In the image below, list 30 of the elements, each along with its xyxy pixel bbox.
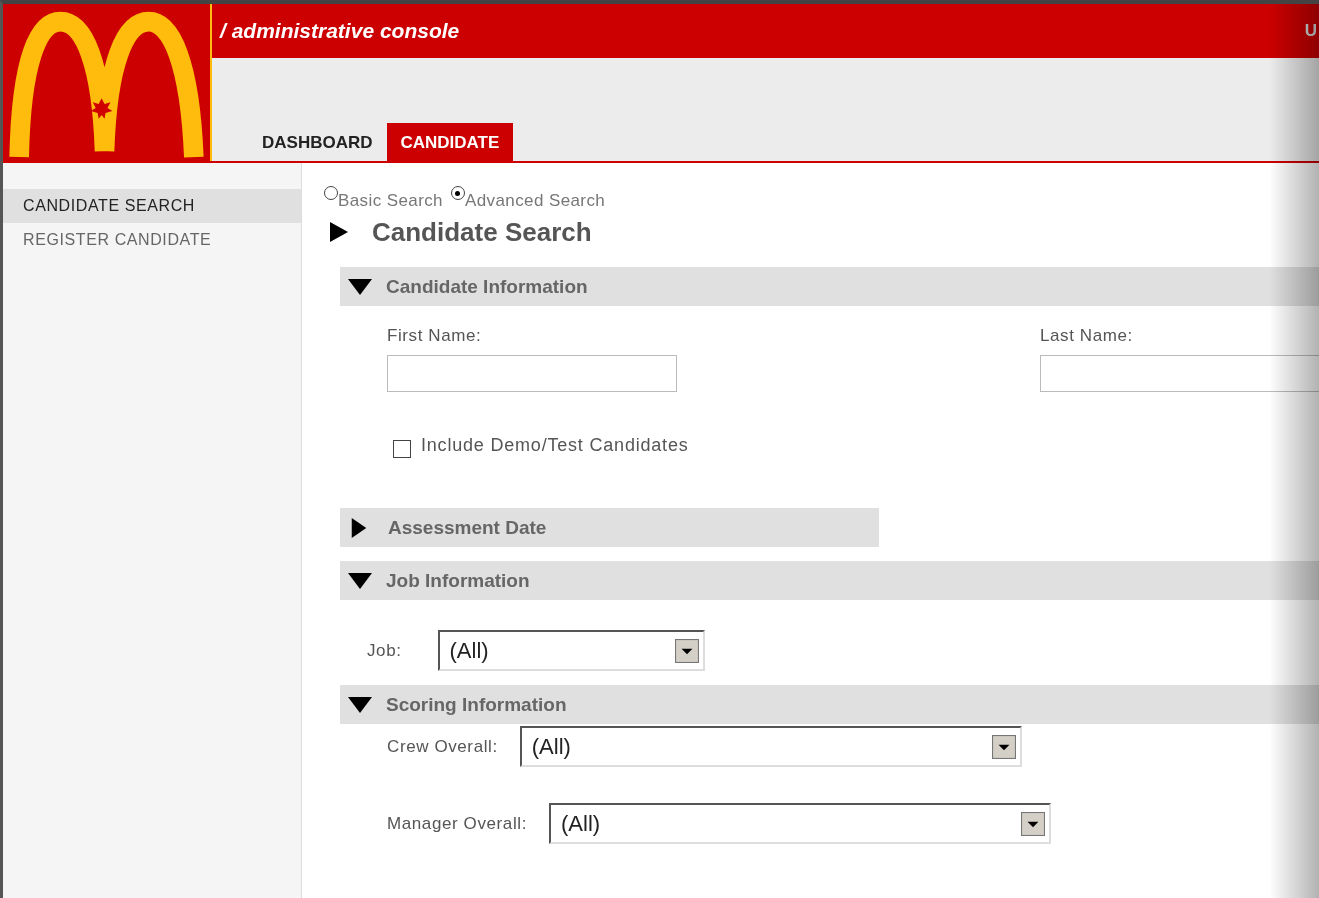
radio-label[interactable]: Advanced Search	[464, 191, 606, 211]
field-label: Job:	[367, 640, 402, 661]
field-label: Last Name:	[1040, 326, 1134, 346]
dropdown[interactable]: (All)	[437, 630, 705, 671]
page-title: Candidate Search	[372, 216, 592, 248]
section-header[interactable]: Assessment Date	[340, 508, 879, 547]
dropdown[interactable]: (All)	[549, 803, 1051, 844]
expand-arrow-icon[interactable]	[330, 222, 348, 242]
section-header[interactable]: Scoring Information	[340, 685, 1319, 724]
section-header[interactable]: Job Information	[340, 561, 1319, 600]
field-label: First Name:	[387, 326, 483, 346]
radio-label[interactable]: Basic Search	[338, 191, 443, 211]
section-header[interactable]: Candidate Information	[340, 267, 1319, 306]
sidebar-item[interactable]: CANDIDATE SEARCH	[3, 189, 301, 223]
sidebar-item[interactable]: REGISTER CANDIDATE	[3, 223, 301, 257]
checkbox-label[interactable]: Include Demo/Test Candidates	[421, 434, 689, 456]
nav-tab[interactable]: DASHBOARD	[248, 123, 387, 161]
user-text: U	[1304, 21, 1317, 41]
checkbox[interactable]	[393, 440, 411, 458]
collapse-arrow-icon[interactable]	[348, 572, 372, 589]
collapse-arrow-icon[interactable]	[348, 278, 372, 295]
nav-tab[interactable]: CANDIDATE	[386, 123, 514, 161]
collapse-arrow-icon[interactable]	[348, 696, 372, 713]
dropdown[interactable]: (All)	[519, 726, 1022, 767]
text-field[interactable]	[1040, 355, 1319, 392]
text-field[interactable]	[387, 355, 677, 392]
field-label: Manager Overall:	[387, 813, 527, 834]
expand-arrow-icon[interactable]	[350, 517, 368, 538]
field-label: Crew Overall:	[387, 736, 498, 757]
console-title: / administrative console	[220, 19, 460, 43]
